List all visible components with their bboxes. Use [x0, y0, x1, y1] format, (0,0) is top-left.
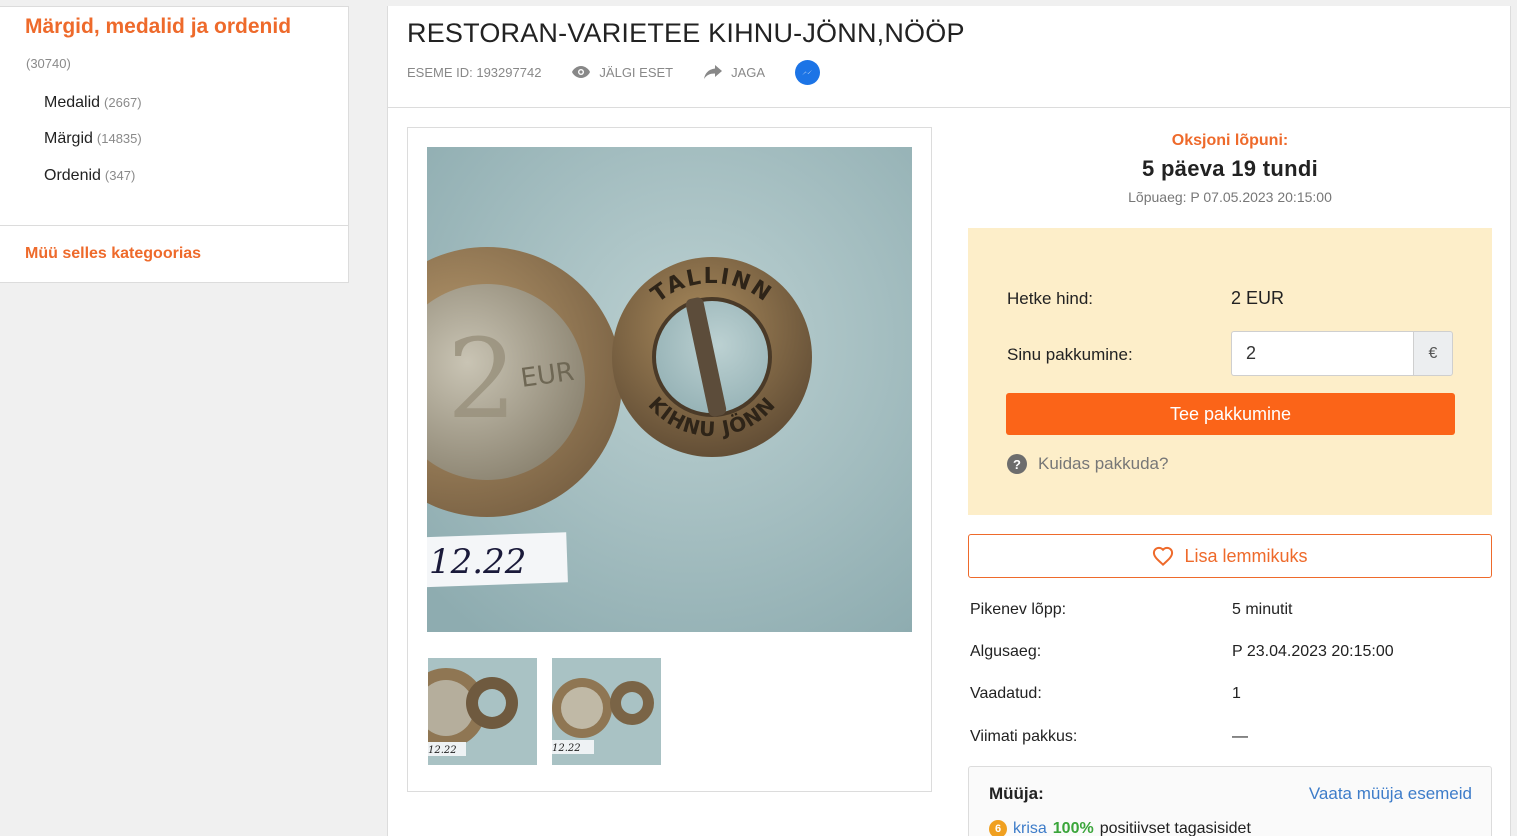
seller-info: 6 krisa 100% positiivset tagasisidet — [989, 820, 1251, 836]
subcategory-label: Ordenid — [44, 167, 101, 184]
messenger-icon[interactable] — [795, 59, 821, 85]
current-price-value: 2 EUR — [1231, 288, 1285, 308]
svg-text:2: 2 — [447, 315, 517, 443]
subcategory-count: (347) — [104, 168, 136, 183]
eye-icon — [572, 66, 591, 78]
end-date: Lõpuaeg: P 07.05.2023 20:15:00 — [1128, 189, 1332, 205]
header-divider — [388, 107, 1510, 108]
subcategory-margid[interactable]: Märgid (14835) — [44, 130, 142, 148]
image-gallery: 2 EUR TALLINN KIHNU JÖNN 12.22 12.22 12.… — [407, 127, 932, 792]
subcategory-count: (14835) — [96, 131, 142, 146]
item-title: RESTORAN-VARIETEE KIHNU-JÖNN,NÖÖP — [407, 18, 965, 48]
item-main-panel: RESTORAN-VARIETEE KIHNU-JÖNN,NÖÖP ESEME … — [387, 6, 1511, 836]
seller-name-link[interactable]: krisa — [1013, 820, 1047, 836]
bid-amount-input[interactable] — [1231, 331, 1413, 376]
detail-label: Vaadatud: — [970, 685, 1042, 702]
view-seller-items-link[interactable]: Vaata müüja esemeid — [1309, 784, 1472, 804]
seller-rating-badge: 6 — [989, 820, 1007, 836]
follow-item-button[interactable]: JÄLGI ESET — [571, 65, 673, 80]
current-price-label: Hetke hind: — [1007, 289, 1093, 308]
subcategory-count: (2667) — [104, 95, 142, 110]
subcategory-label: Medalid — [44, 94, 101, 111]
auction-end-label: Oksjoni lõpuni: — [1171, 132, 1289, 149]
heart-icon — [1153, 546, 1174, 566]
add-to-favorites-button[interactable]: Lisa lemmikuks — [968, 534, 1492, 578]
place-bid-button[interactable]: Tee pakkumine — [1006, 393, 1455, 435]
item-id: ESEME ID: 193297742 — [407, 64, 542, 80]
main-item-photo[interactable]: 2 EUR TALLINN KIHNU JÖNN 12.22 — [427, 147, 912, 632]
how-to-bid-label: Kuidas pakkuda? — [1038, 454, 1169, 473]
detail-value: — — [1232, 728, 1248, 745]
category-title[interactable]: Märgid, medalid ja ordenid — [25, 15, 291, 39]
seller-feedback-percent: 100% — [1052, 820, 1094, 836]
thumbnail-2[interactable]: 12.22 — [552, 658, 661, 765]
detail-label: Pikenev lõpp: — [970, 601, 1067, 618]
share-arrow-icon — [704, 65, 723, 79]
svg-text:12.22: 12.22 — [429, 542, 526, 582]
category-sidebar: Märgid, medalid ja ordenid (30740) Medal… — [0, 6, 349, 283]
seller-box: Müüja: Vaata müüja esemeid 6 krisa 100% … — [968, 766, 1492, 836]
seller-label: Müüja: — [989, 784, 1044, 803]
share-button[interactable]: JAGA — [703, 64, 765, 80]
sidebar-divider — [0, 225, 348, 226]
svg-text:12.22: 12.22 — [428, 745, 457, 756]
detail-label: Algusaeg: — [970, 643, 1042, 660]
category-count: (30740) — [26, 56, 71, 71]
seller-feedback-text: positiivset tagasisidet — [1099, 820, 1251, 836]
thumbnail-1[interactable]: 12.22 — [428, 658, 537, 765]
share-label: JAGA — [731, 64, 766, 80]
svg-text:12.22: 12.22 — [552, 743, 581, 754]
subcategory-medalid[interactable]: Medalid (2667) — [44, 94, 142, 112]
time-left: 5 päeva 19 tundi — [1142, 156, 1318, 181]
how-to-bid-link[interactable]: ? Kuidas pakkuda? — [1007, 454, 1168, 474]
detail-value: 5 minutit — [1232, 601, 1293, 618]
currency-addon: € — [1413, 331, 1453, 376]
item-meta-row: ESEME ID: 193297742 JÄLGI ESET JAGA — [407, 59, 821, 85]
subcategory-ordenid[interactable]: Ordenid (347) — [44, 167, 135, 185]
detail-label: Viimati pakkus: — [970, 728, 1078, 745]
detail-value: P 23.04.2023 20:15:00 — [1232, 643, 1394, 660]
bid-input-group: € — [1231, 331, 1453, 376]
your-bid-label: Sinu pakkumine: — [1007, 345, 1133, 364]
subcategory-label: Märgid — [44, 130, 93, 147]
bid-box: Hetke hind: 2 EUR Sinu pakkumine: € Tee … — [968, 228, 1492, 515]
sell-in-category-link[interactable]: Müü selles kategoorias — [25, 245, 201, 263]
question-icon: ? — [1007, 454, 1027, 474]
detail-value: 1 — [1232, 685, 1241, 702]
follow-item-label: JÄLGI ESET — [599, 64, 674, 80]
favorites-label: Lisa lemmikuks — [1184, 545, 1308, 566]
